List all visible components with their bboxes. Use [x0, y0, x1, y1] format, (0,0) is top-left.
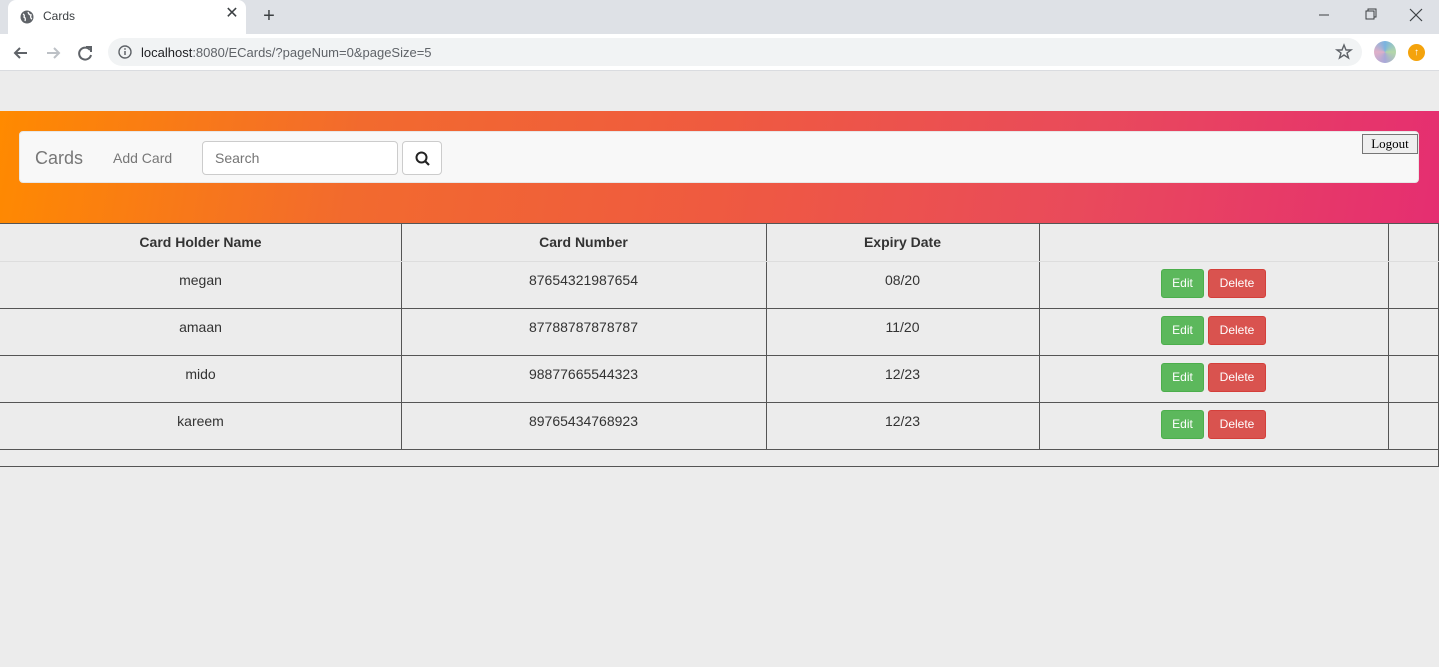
- window-close-icon[interactable]: [1393, 0, 1439, 30]
- expiry-date: 08/20: [884, 272, 921, 288]
- reload-icon[interactable]: [72, 40, 98, 66]
- column-divider: [766, 223, 767, 449]
- delete-button[interactable]: Delete: [1208, 269, 1266, 298]
- logout-button[interactable]: Logout: [1362, 134, 1418, 154]
- expiry-date: 12/23: [884, 413, 921, 429]
- search-icon: [415, 151, 430, 166]
- browser-tab-bar: Cards ✕ +: [0, 0, 1439, 34]
- header-card-number: Card Number: [539, 234, 628, 250]
- restore-icon[interactable]: [1347, 0, 1393, 30]
- address-bar[interactable]: localhost:8080/ECards/?pageNum=0&pageSiz…: [108, 38, 1362, 66]
- card-holder-name: kareem: [177, 413, 224, 429]
- update-icon[interactable]: ↑: [1408, 44, 1425, 61]
- actions-cell: Edit Delete: [1039, 402, 1388, 449]
- column-divider: [1388, 223, 1389, 449]
- row-divider: [0, 402, 1439, 403]
- minimize-icon[interactable]: [1301, 0, 1347, 30]
- column-divider: [401, 223, 402, 449]
- column-divider: [1039, 223, 1040, 449]
- row-divider: [0, 449, 1439, 450]
- row-divider: [0, 355, 1439, 356]
- cards-table: Card Holder Name Card Number Expiry Date…: [0, 223, 1439, 467]
- app-navbar: Cards Add Card Logout: [19, 131, 1419, 183]
- header-expiry-date: Expiry Date: [863, 234, 942, 250]
- browser-toolbar: localhost:8080/ECards/?pageNum=0&pageSiz…: [0, 34, 1439, 71]
- row-divider: [0, 308, 1439, 309]
- edit-button[interactable]: Edit: [1161, 363, 1204, 392]
- expiry-date: 12/23: [884, 366, 921, 382]
- navbar-brand[interactable]: Cards: [35, 148, 83, 169]
- table-row: megan 87654321987654 08/20 Edit Delete: [0, 261, 1439, 308]
- delete-button[interactable]: Delete: [1208, 316, 1266, 345]
- search-button[interactable]: [402, 141, 442, 175]
- card-number: 87654321987654: [528, 272, 638, 288]
- actions-cell: Edit Delete: [1039, 355, 1388, 402]
- url-path: :8080/ECards/?pageNum=0&pageSize=5: [192, 45, 432, 60]
- forward-arrow-icon[interactable]: [40, 40, 66, 66]
- table-row: mido 98877665544323 12/23 Edit Delete: [0, 355, 1439, 402]
- card-holder-name: amaan: [179, 319, 222, 335]
- add-card-link[interactable]: Add Card: [113, 150, 172, 166]
- card-holder-name: mido: [185, 366, 216, 382]
- edit-button[interactable]: Edit: [1161, 316, 1204, 345]
- table-row: amaan 87788787878787 11/20 Edit Delete: [0, 308, 1439, 355]
- actions-cell: Edit Delete: [1039, 308, 1388, 355]
- card-holder-name: megan: [179, 272, 222, 288]
- actions-cell: Edit Delete: [1039, 261, 1388, 308]
- card-number: 89765434768923: [528, 413, 638, 429]
- table-row: kareem 89765434768923 12/23 Edit Delete: [0, 402, 1439, 449]
- row-divider: [0, 261, 1439, 262]
- delete-button[interactable]: Delete: [1208, 363, 1266, 392]
- edit-button[interactable]: Edit: [1161, 269, 1204, 298]
- url-text: localhost:8080/ECards/?pageNum=0&pageSiz…: [141, 45, 432, 60]
- expiry-date: 11/20: [885, 319, 920, 335]
- edit-button[interactable]: Edit: [1161, 410, 1204, 439]
- card-number: 87788787878787: [528, 319, 638, 335]
- browser-tab[interactable]: Cards ✕: [8, 0, 246, 34]
- url-host: localhost: [141, 45, 193, 60]
- header-banner: Cards Add Card Logout: [0, 111, 1439, 223]
- header-actions: [1039, 223, 1388, 261]
- bookmark-star-icon[interactable]: [1334, 42, 1354, 62]
- profile-avatar-icon[interactable]: [1374, 41, 1396, 63]
- header-card-holder-name: Card Holder Name: [139, 234, 262, 250]
- tab-close-icon[interactable]: ✕: [224, 6, 240, 22]
- table-header-row: Card Holder Name Card Number Expiry Date: [0, 223, 1439, 261]
- info-icon[interactable]: [118, 45, 132, 59]
- row-divider: [0, 223, 1439, 224]
- delete-button[interactable]: Delete: [1208, 410, 1266, 439]
- globe-icon: [20, 10, 34, 24]
- search-input[interactable]: [202, 141, 398, 175]
- back-arrow-icon[interactable]: [8, 40, 34, 66]
- new-tab-icon[interactable]: +: [258, 5, 280, 27]
- tab-title: Cards: [43, 9, 76, 23]
- card-number: 98877665544323: [528, 366, 638, 382]
